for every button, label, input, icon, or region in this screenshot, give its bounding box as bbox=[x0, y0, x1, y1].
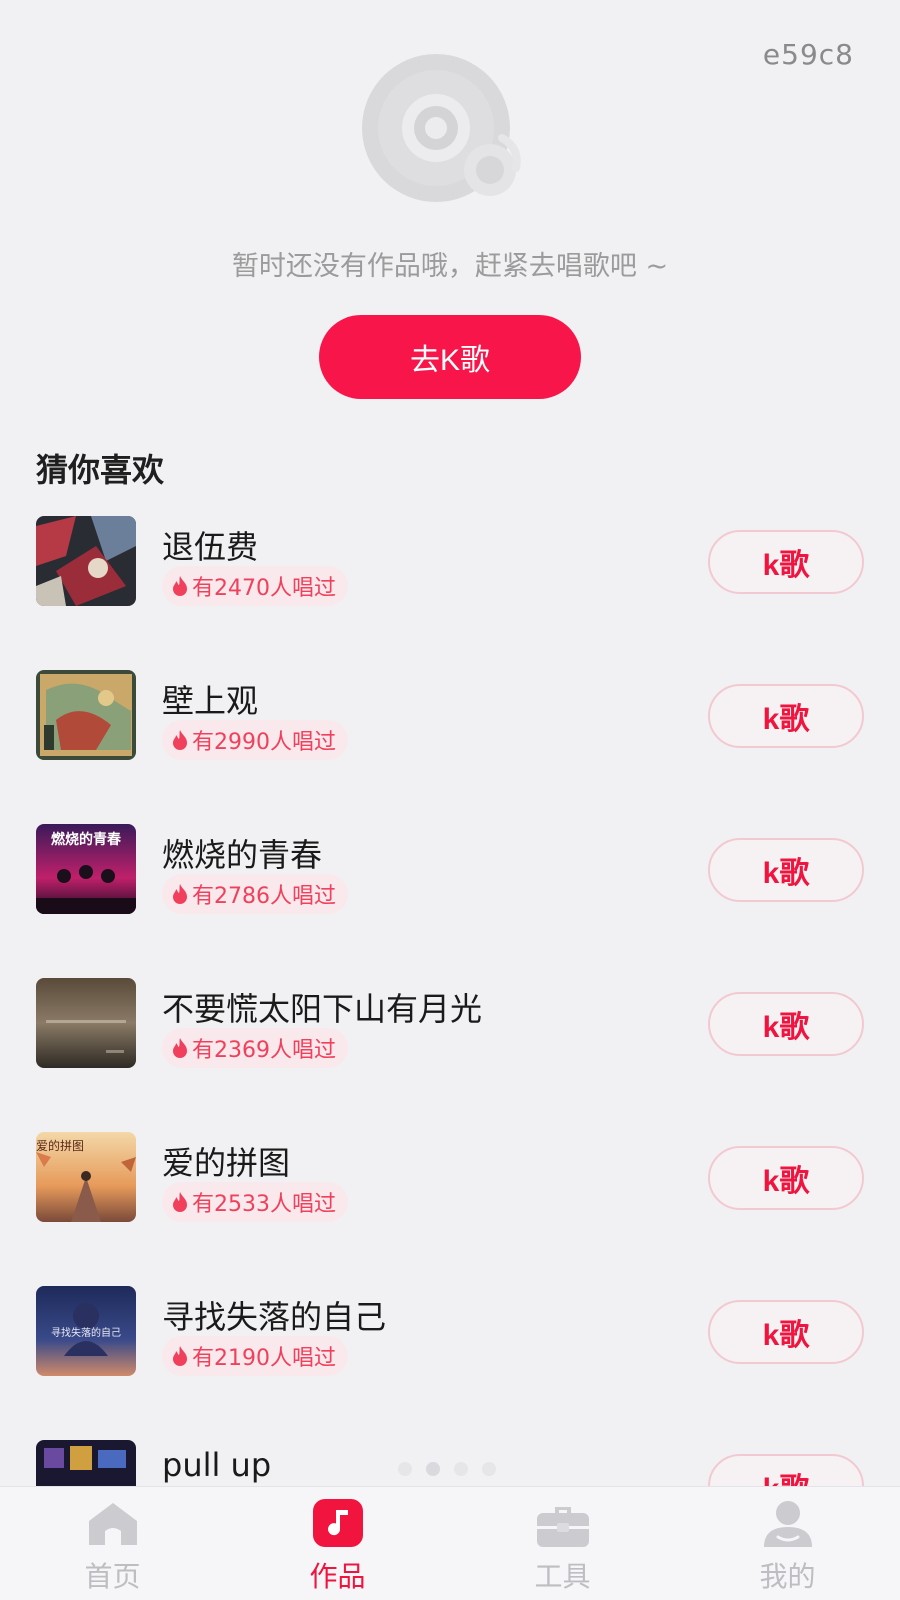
fire-icon bbox=[173, 576, 187, 596]
page-dot bbox=[426, 1462, 440, 1476]
sung-count-badge: 有2533人唱过 bbox=[162, 1182, 348, 1222]
sung-count-badge: 有2990人唱过 bbox=[162, 720, 348, 760]
tab-label: 首页 bbox=[84, 1560, 141, 1593]
person-icon bbox=[763, 1501, 812, 1547]
fire-icon bbox=[173, 884, 187, 904]
k-song-button[interactable]: k歌 bbox=[708, 530, 864, 594]
sung-count-text: 有2533人唱过 bbox=[192, 1192, 336, 1217]
page-indicator bbox=[398, 1462, 496, 1476]
toolbox-icon bbox=[536, 1507, 589, 1547]
song-row[interactable]: 燃烧的青春 燃烧的青春 有2786人唱过 k歌 bbox=[0, 822, 900, 976]
sung-count-text: 有2470人唱过 bbox=[192, 576, 336, 601]
song-row[interactable]: 壁上观 有2990人唱过 k歌 bbox=[0, 668, 900, 822]
song-cover[interactable] bbox=[36, 516, 136, 606]
k-song-button[interactable]: k歌 bbox=[708, 1300, 864, 1364]
song-title: 壁上观 bbox=[162, 682, 259, 720]
song-cover[interactable] bbox=[36, 670, 136, 760]
sung-count-text: 有2990人唱过 bbox=[192, 730, 336, 755]
tab-label: 我的 bbox=[759, 1560, 816, 1593]
fire-icon bbox=[173, 730, 187, 750]
song-title: 爱的拼图 bbox=[162, 1144, 291, 1182]
sung-count-text: 有2190人唱过 bbox=[192, 1346, 336, 1371]
song-cover[interactable]: 燃烧的青春 bbox=[36, 824, 136, 914]
k-song-button[interactable]: k歌 bbox=[708, 1146, 864, 1210]
sung-count-badge: 有2470人唱过 bbox=[162, 566, 348, 606]
tab-label: 工具 bbox=[534, 1560, 591, 1593]
song-row[interactable]: 不要慌太阳下山有月光 有2369人唱过 k歌 bbox=[0, 976, 900, 1130]
page-dot bbox=[482, 1462, 496, 1476]
cover-text: 寻找失落的自己 bbox=[51, 1326, 121, 1339]
page-dot bbox=[398, 1462, 412, 1476]
works-page: e59c8 暂时还没有作品哦，赶紧去唱歌吧 ~ 去K歌 猜你喜欢 退伍费 有24… bbox=[0, 0, 900, 1600]
k-song-button[interactable]: k歌 bbox=[708, 992, 864, 1056]
song-cover[interactable] bbox=[36, 978, 136, 1068]
empty-state-message: 暂时还没有作品哦，赶紧去唱歌吧 ~ bbox=[231, 251, 669, 282]
song-title: 退伍费 bbox=[162, 528, 259, 566]
song-row[interactable]: 退伍费 有2470人唱过 k歌 bbox=[0, 514, 900, 668]
song-title: 寻找失落的自己 bbox=[162, 1298, 387, 1336]
user-code: e59c8 bbox=[762, 38, 854, 71]
song-title: 不要慌太阳下山有月光 bbox=[162, 990, 483, 1028]
sung-count-badge: 有2369人唱过 bbox=[162, 1028, 348, 1068]
song-cover[interactable]: 寻找失落的自己 bbox=[36, 1286, 136, 1376]
song-cover[interactable]: 爱的拼图 bbox=[36, 1132, 136, 1222]
tab-label: 作品 bbox=[309, 1560, 366, 1593]
music-note-icon bbox=[312, 1499, 363, 1547]
cover-text: 燃烧的青春 bbox=[51, 831, 122, 848]
song-list: 退伍费 有2470人唱过 k歌 壁上观 有2990人唱过 k歌 燃烧的青春 燃烧… bbox=[0, 514, 900, 1592]
sung-count-badge: 有2786人唱过 bbox=[162, 874, 348, 914]
sung-count-text: 有2786人唱过 bbox=[192, 884, 336, 909]
tab-works[interactable]: 作品 bbox=[225, 1487, 450, 1600]
page-dot bbox=[454, 1462, 468, 1476]
vinyl-disc-icon bbox=[356, 52, 532, 212]
tab-tools[interactable]: 工具 bbox=[450, 1487, 675, 1600]
section-title: 猜你喜欢 bbox=[36, 451, 165, 489]
fire-icon bbox=[173, 1192, 187, 1212]
go-sing-button[interactable]: 去K歌 bbox=[319, 315, 581, 399]
bottom-tab-bar: 首页 作品 工具 我的 bbox=[0, 1486, 900, 1600]
sung-count-text: 有2369人唱过 bbox=[192, 1038, 336, 1063]
song-title: pull up bbox=[162, 1446, 272, 1484]
k-song-button[interactable]: k歌 bbox=[708, 838, 864, 902]
cover-text: 爱的拼图 bbox=[36, 1138, 84, 1153]
sung-count-badge: 有2190人唱过 bbox=[162, 1336, 348, 1376]
k-song-button[interactable]: k歌 bbox=[708, 684, 864, 748]
song-row[interactable]: 爱的拼图 爱的拼图 有2533人唱过 k歌 bbox=[0, 1130, 900, 1284]
fire-icon bbox=[173, 1038, 187, 1058]
song-title: 燃烧的青春 bbox=[162, 836, 323, 874]
song-row[interactable]: 寻找失落的自己 寻找失落的自己 有2190人唱过 k歌 bbox=[0, 1284, 900, 1438]
fire-icon bbox=[173, 1346, 187, 1366]
tab-home[interactable]: 首页 bbox=[0, 1487, 225, 1600]
home-icon bbox=[88, 1503, 137, 1545]
tab-mine[interactable]: 我的 bbox=[675, 1487, 900, 1600]
